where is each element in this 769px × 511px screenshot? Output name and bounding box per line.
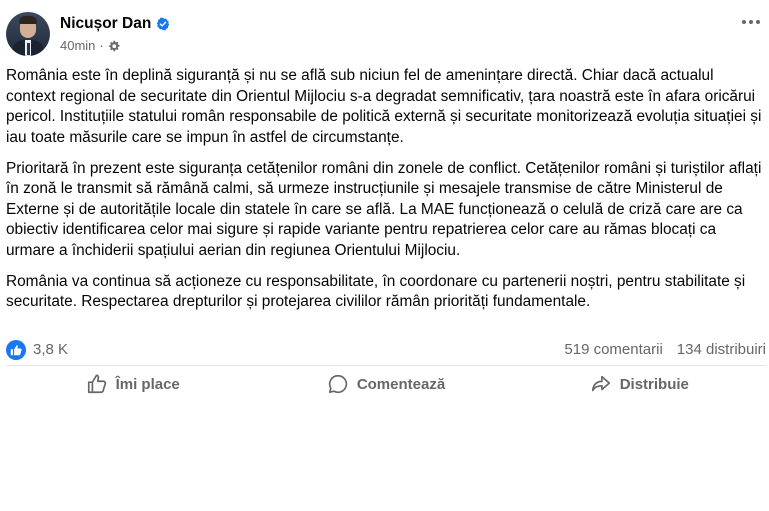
share-arrow-icon	[591, 375, 610, 392]
comment-button[interactable]: Comentează	[259, 368, 512, 400]
share-label: Distribuie	[619, 375, 689, 393]
reactions-count: 3,8 K	[33, 341, 69, 358]
comments-count[interactable]: 519 comentarii	[564, 339, 662, 361]
post-paragraph: România este în deplină siguranță și nu …	[6, 67, 762, 146]
meta-separator: ·	[99, 38, 104, 53]
like-label: Îmi place	[115, 375, 180, 393]
avatar[interactable]	[6, 12, 50, 56]
reactions-summary[interactable]: 3,8 K	[6, 339, 68, 361]
thumbs-up-outline-icon	[87, 374, 106, 394]
divider	[6, 365, 766, 366]
engagement-counts: 519 comentarii 134 distribuiri	[564, 339, 766, 361]
shares-count[interactable]: 134 distribuiri	[677, 339, 766, 361]
post-paragraph: Prioritară în prezent este siguranța cet…	[6, 159, 762, 259]
post-stats: 3,8 K 519 comentarii 134 distribuiri	[6, 339, 766, 361]
comment-bubble-icon	[328, 374, 347, 394]
post-meta: 40min ·	[60, 37, 120, 54]
author-name[interactable]: Nicușor Dan	[60, 14, 151, 34]
thumbs-up-icon	[6, 340, 26, 360]
post-header: Nicușor Dan 40min ·	[6, 12, 766, 60]
share-button[interactable]: Distribuie	[513, 368, 766, 400]
gear-icon[interactable]	[108, 40, 120, 52]
like-button[interactable]: Îmi place	[6, 368, 259, 400]
post-text: România este în deplină siguranță și nu …	[6, 66, 766, 323]
comment-label: Comentează	[356, 375, 446, 393]
verified-badge-icon	[157, 17, 170, 31]
post-time[interactable]: 40min	[60, 37, 95, 54]
facebook-post: Nicușor Dan 40min · România este în depl…	[0, 0, 769, 511]
more-options-icon[interactable]	[739, 12, 763, 32]
post-paragraph: România va continua să acționeze cu resp…	[6, 272, 746, 311]
author-name-row: Nicușor Dan	[60, 14, 170, 34]
post-actions: Îmi place Comentează Distribuie	[6, 368, 766, 400]
